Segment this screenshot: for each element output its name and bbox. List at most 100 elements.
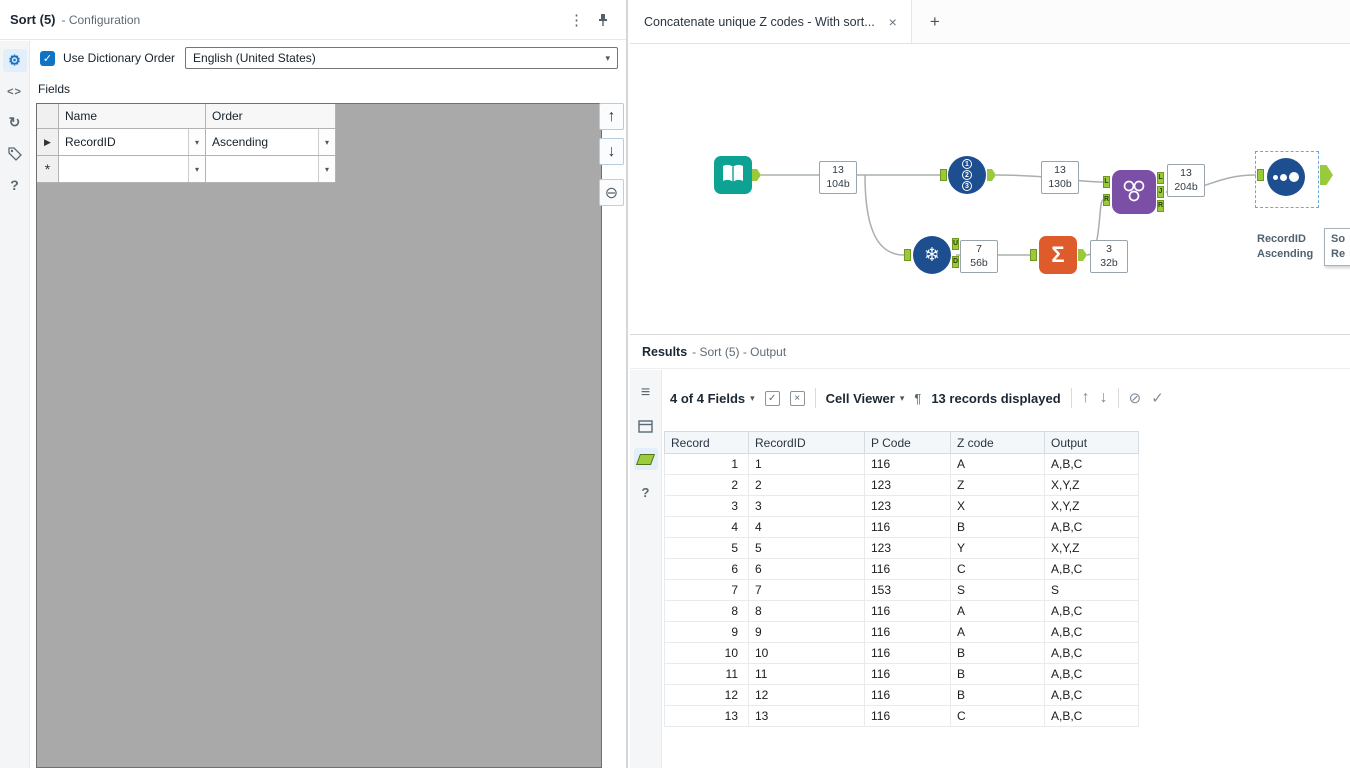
table-cell[interactable]: C (950, 558, 1045, 580)
row-selector-new[interactable]: * (37, 156, 59, 183)
table-cell[interactable]: 6 (748, 558, 865, 580)
remove-field-button[interactable]: ⊖ (599, 179, 624, 206)
table-cell[interactable]: 116 (864, 705, 951, 727)
table-cell[interactable]: 13 (664, 705, 749, 727)
join-j-output-anchor[interactable]: J (1157, 186, 1164, 198)
table-cell[interactable]: 116 (864, 453, 951, 475)
grid-order-header[interactable]: Order (206, 104, 336, 129)
table-row[interactable]: 12 12 116 B A,B,C (664, 684, 1139, 706)
move-field-up-button[interactable]: ↑ (599, 103, 624, 130)
new-tab-button[interactable]: + (912, 0, 958, 43)
join-tool[interactable] (1112, 170, 1156, 214)
name-cell-dropdown[interactable]: RecordID ▾ (59, 129, 206, 156)
table-cell[interactable]: 8 (748, 600, 865, 622)
table-cell[interactable]: 2 (664, 474, 749, 496)
table-cell[interactable]: B (950, 516, 1045, 538)
table-row[interactable]: 2 2 123 Z X,Y,Z (664, 474, 1139, 496)
grid-name-header[interactable]: Name (59, 104, 206, 129)
table-cell[interactable]: 116 (864, 642, 951, 664)
table-cell[interactable]: 3 (664, 495, 749, 517)
table-cell[interactable]: A,B,C (1044, 705, 1139, 727)
table-cell[interactable]: 116 (864, 684, 951, 706)
table-cell[interactable]: 123 (864, 495, 951, 517)
table-cell[interactable]: 116 (864, 663, 951, 685)
table-row[interactable]: 9 9 116 A A,B,C (664, 621, 1139, 643)
table-cell[interactable]: 12 (664, 684, 749, 706)
table-cell[interactable]: 123 (864, 474, 951, 496)
table-row[interactable]: 10 10 116 B A,B,C (664, 642, 1139, 664)
unique-d-anchor[interactable]: D (952, 256, 959, 268)
unique-input-anchor[interactable] (904, 249, 911, 261)
table-cell[interactable]: 123 (864, 537, 951, 559)
output-data-icon[interactable] (633, 448, 658, 470)
table-cell[interactable]: 8 (664, 600, 749, 622)
table-row[interactable]: 7 7 153 S S (664, 579, 1139, 601)
table-cell[interactable]: A (950, 621, 1045, 643)
table-cell[interactable]: Y (950, 537, 1045, 559)
table-cell[interactable]: A (950, 600, 1045, 622)
move-field-down-button[interactable]: ↓ (599, 138, 624, 165)
apply-check-icon[interactable]: ✓ (1151, 389, 1164, 407)
use-dictionary-checkbox[interactable]: ✓ (40, 50, 55, 66)
record-id-tool[interactable]: 1 2 3 (948, 156, 986, 194)
layout-icon[interactable] (634, 415, 658, 437)
table-cell[interactable]: 116 (864, 516, 951, 538)
unique-u-anchor[interactable]: U (952, 238, 959, 250)
table-cell[interactable]: B (950, 684, 1045, 706)
table-cell[interactable]: 9 (664, 621, 749, 643)
table-cell[interactable]: 153 (864, 579, 951, 601)
table-cell[interactable]: 3 (748, 495, 865, 517)
join-left-input-anchor[interactable]: L (1103, 176, 1110, 188)
table-cell[interactable]: 9 (748, 621, 865, 643)
table-row[interactable]: 3 3 123 X X,Y,Z (664, 495, 1139, 517)
help-icon[interactable]: ? (3, 173, 27, 196)
table-cell[interactable]: X,Y,Z (1044, 537, 1139, 559)
cell-viewer-dropdown[interactable]: Cell Viewer ▾ (826, 391, 905, 406)
table-cell[interactable]: 116 (864, 621, 951, 643)
table-row[interactable]: 8 8 116 A A,B,C (664, 600, 1139, 622)
xml-code-icon[interactable]: <> (3, 80, 27, 103)
table-cell[interactable]: A,B,C (1044, 621, 1139, 643)
table-cell[interactable]: X,Y,Z (1044, 495, 1139, 517)
deselect-all-fields-icon[interactable]: × (789, 390, 805, 406)
table-cell[interactable]: 4 (748, 516, 865, 538)
sort-tool[interactable] (1267, 158, 1305, 196)
block-icon[interactable]: ⊘ (1129, 389, 1142, 407)
help-icon[interactable]: ? (634, 481, 658, 503)
column-header[interactable]: P Code (864, 431, 951, 454)
tag-icon[interactable] (3, 142, 27, 165)
close-icon[interactable]: × (889, 14, 897, 30)
down-arrow-icon[interactable]: ↓ (1100, 389, 1108, 407)
order-cell-dropdown[interactable]: Ascending ▾ (206, 129, 336, 156)
table-cell[interactable]: 10 (664, 642, 749, 664)
fields-dropdown[interactable]: 4 of 4 Fields ▾ (670, 391, 755, 406)
table-cell[interactable]: A,B,C (1044, 558, 1139, 580)
workflow-canvas[interactable]: 1 2 3 ❄ Σ U D L R L J R 13 104b 13 130b … (630, 44, 1350, 334)
table-cell[interactable]: 5 (664, 537, 749, 559)
table-cell[interactable]: S (1044, 579, 1139, 601)
table-cell[interactable]: A,B,C (1044, 600, 1139, 622)
join-l-output-anchor[interactable]: L (1157, 172, 1164, 184)
table-cell[interactable]: A,B,C (1044, 453, 1139, 475)
chevron-down-icon[interactable]: ▾ (188, 156, 205, 182)
table-cell[interactable]: X,Y,Z (1044, 474, 1139, 496)
sort-input-anchor[interactable] (1257, 169, 1264, 181)
messages-list-icon[interactable]: ≡ (634, 382, 658, 404)
table-cell[interactable]: X (950, 495, 1045, 517)
table-row[interactable]: 11 11 116 B A,B,C (664, 663, 1139, 685)
row-selector-current[interactable]: ▶ (37, 129, 59, 156)
table-row[interactable]: 4 4 116 B A,B,C (664, 516, 1139, 538)
table-cell[interactable]: C (950, 705, 1045, 727)
table-cell[interactable]: 6 (664, 558, 749, 580)
table-cell[interactable]: 11 (664, 663, 749, 685)
order-cell-empty[interactable]: ▾ (206, 156, 336, 183)
column-header[interactable]: Output (1044, 431, 1139, 454)
table-cell[interactable]: A,B,C (1044, 516, 1139, 538)
panel-menu-icon[interactable]: ⋮ (557, 11, 596, 29)
unique-tool[interactable]: ❄ (913, 236, 951, 274)
table-cell[interactable]: B (950, 642, 1045, 664)
table-cell[interactable]: A (950, 453, 1045, 475)
table-cell[interactable]: 10 (748, 642, 865, 664)
table-cell[interactable]: A,B,C (1044, 642, 1139, 664)
table-cell[interactable]: B (950, 663, 1045, 685)
